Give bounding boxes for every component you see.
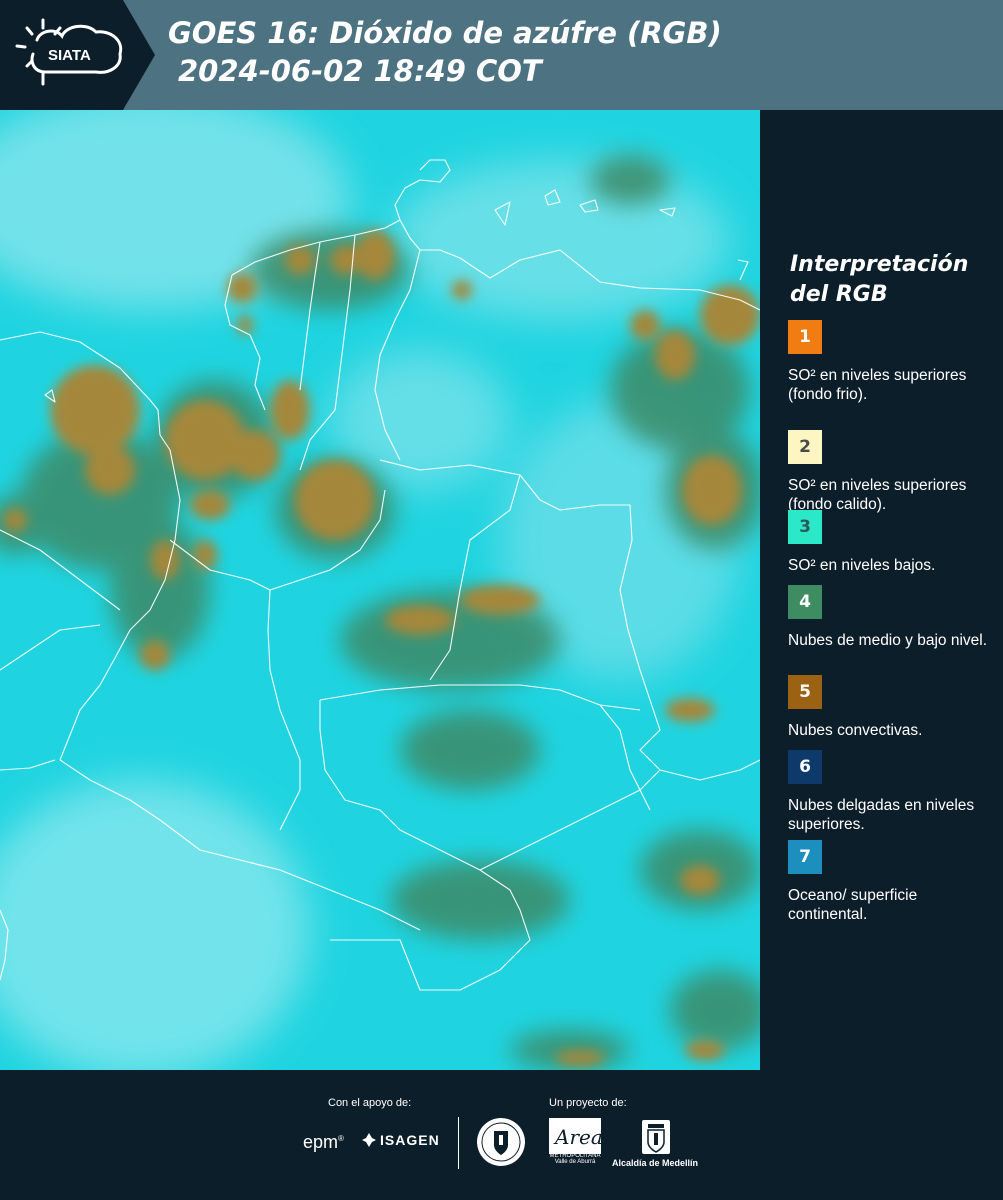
- footer: Con el apoyo de: Un proyecto de: epm® IS…: [0, 1070, 1003, 1200]
- epm-logo: epm®: [303, 1132, 344, 1152]
- legend-item-5: 5 Nubes convectivas.: [788, 675, 998, 740]
- legend-item-2: 2 SO² en niveles superiores (fondo calido…: [788, 430, 998, 514]
- legend-panel: Interpretación del RGB 1 SO² en niveles s…: [760, 110, 1003, 1070]
- legend-title-line1: Interpretación: [790, 252, 969, 277]
- legend-item-3: 3 SO² en niveles bajos.: [788, 510, 998, 575]
- legend-label: Oceano/ superficie continental.: [788, 887, 918, 923]
- legend-item-4: 4 Nubes de medio y bajo nivel.: [788, 585, 998, 650]
- alcaldia-label: Alcaldía de Medellín: [612, 1158, 699, 1168]
- footer-divider: [458, 1117, 459, 1169]
- isagen-logo-text: ISAGEN: [380, 1132, 440, 1148]
- legend-title-line2: del RGB: [790, 282, 888, 307]
- legend-item-7: 7 Oceano/ superficie continental.: [788, 840, 998, 924]
- medellin-seal-icon: [477, 1118, 525, 1166]
- legend-label: SO² en niveles superiores (fondo calido)…: [788, 477, 967, 513]
- legend-label: Nubes de medio y bajo nivel.: [788, 632, 988, 649]
- legend-swatch: 5: [788, 675, 822, 709]
- legend-label: Nubes delgadas en niveles superiores.: [788, 797, 975, 833]
- project-caption: Un proyecto de:: [549, 1097, 627, 1109]
- legend-item-1: 1 SO² en niveles superiores (fondo frio).: [788, 320, 998, 404]
- legend-title: Interpretación del RGB: [790, 250, 1000, 310]
- legend-label: SO² en niveles bajos.: [788, 557, 936, 574]
- logo-panel: SIATA: [0, 0, 155, 110]
- title-timestamp: 2024-06-02 18:49 COT: [178, 54, 542, 88]
- legend-swatch: 4: [788, 585, 822, 619]
- header-bar: SIATA GOES 16: Dióxido de azúfre (RGB) 2…: [0, 0, 1003, 110]
- page-title: GOES 16: Dióxido de azúfre (RGB) 2024-06…: [168, 14, 722, 90]
- legend-label: Nubes convectivas.: [788, 722, 923, 739]
- amva-logo-icon: Area: [549, 1118, 601, 1154]
- amva-logo-text: Area: [553, 1125, 601, 1149]
- amva-subtitle: METROPOLITANA Valle de Aburrá: [549, 1153, 601, 1165]
- legend-swatch: 2: [788, 430, 822, 464]
- legend-swatch: 7: [788, 840, 822, 874]
- title-product: GOES 16: Dióxido de azúfre (RGB): [168, 16, 722, 50]
- legend-label: SO² en niveles superiores (fondo frio).: [788, 367, 967, 403]
- support-caption: Con el apoyo de:: [328, 1097, 412, 1109]
- legend-swatch: 6: [788, 750, 822, 784]
- satellite-map[interactable]: [0, 110, 760, 1070]
- isagen-logo: ISAGEN: [362, 1132, 440, 1148]
- epm-logo-text: epm: [303, 1132, 339, 1152]
- logo-text: SIATA: [48, 47, 91, 64]
- isagen-mark-icon: [362, 1133, 376, 1147]
- alcaldia-coat-of-arms-icon: [642, 1120, 670, 1154]
- legend-swatch: 1: [788, 320, 822, 354]
- legend-swatch: 3: [788, 510, 822, 544]
- legend-item-6: 6 Nubes delgadas en niveles superiores.: [788, 750, 998, 834]
